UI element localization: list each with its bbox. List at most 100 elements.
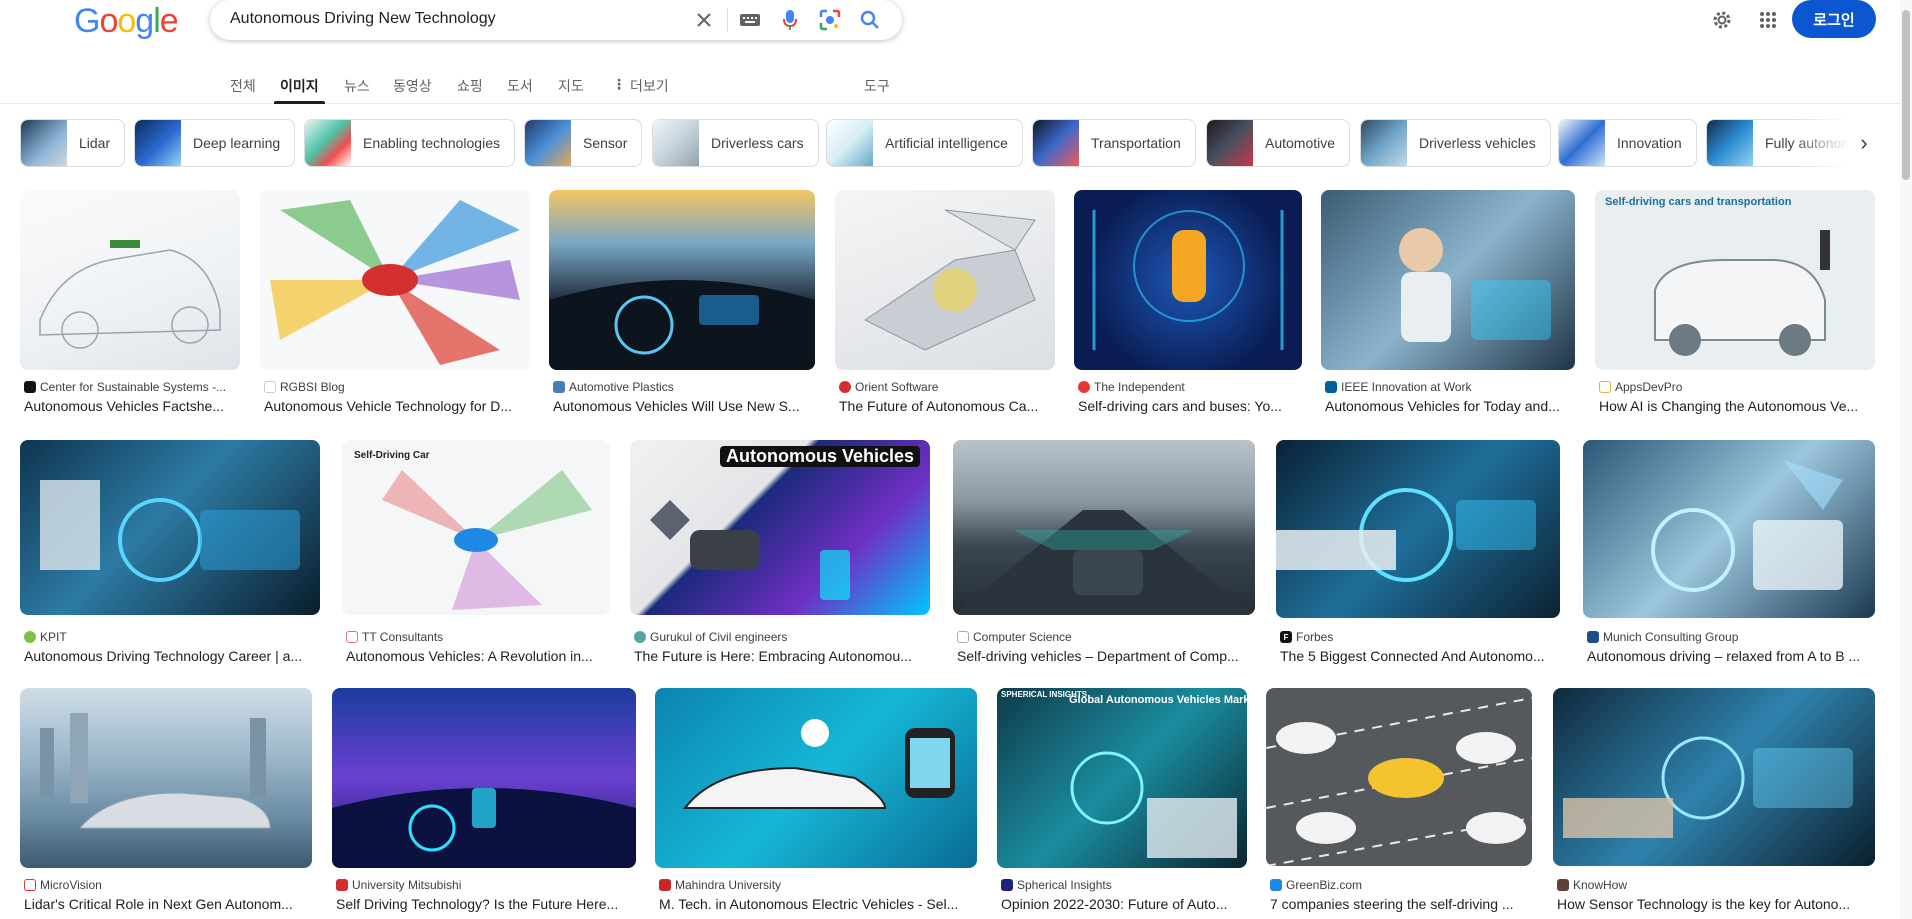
tab-shopping[interactable]: 쇼핑: [457, 72, 483, 104]
result-title[interactable]: Self-driving vehicles – Department of Co…: [957, 648, 1255, 664]
result-card[interactable]: Automotive Plastics Autonomous Vehicles …: [549, 190, 815, 420]
result-image[interactable]: [655, 688, 977, 868]
result-image[interactable]: [1266, 688, 1532, 866]
tab-more[interactable]: ⋮ 더보기: [612, 72, 669, 104]
settings-gear-icon[interactable]: [1708, 0, 1736, 40]
result-title[interactable]: How Sensor Technology is the key for Aut…: [1557, 896, 1875, 912]
result-image[interactable]: Autonomous Vehicles: [630, 440, 930, 615]
chip-innovation[interactable]: Innovation: [1558, 119, 1697, 167]
result-image[interactable]: SPHERICAL INSIGHTS Global Autonomous Veh…: [997, 688, 1247, 868]
result-source[interactable]: Mahindra University: [659, 878, 781, 892]
result-image[interactable]: [549, 190, 815, 370]
result-card[interactable]: Orient Software The Future of Autonomous…: [835, 190, 1055, 420]
result-image[interactable]: Self-Driving Car: [342, 440, 610, 615]
result-source[interactable]: KPIT: [24, 630, 67, 644]
result-title[interactable]: Lidar's Critical Role in Next Gen Autono…: [24, 896, 312, 912]
result-card[interactable]: GreenBiz.com 7 companies steering the se…: [1266, 688, 1532, 919]
result-title[interactable]: Autonomous Vehicle Technology for D...: [264, 398, 530, 414]
search-input[interactable]: Autonomous Driving New Technology: [230, 10, 496, 28]
result-source[interactable]: F Forbes: [1280, 630, 1333, 644]
result-image[interactable]: [20, 190, 240, 370]
result-image[interactable]: Self-driving cars and transportation: [1595, 190, 1875, 370]
result-image[interactable]: [835, 190, 1055, 370]
lens-icon[interactable]: [816, 6, 844, 34]
result-source[interactable]: TT Consultants: [346, 630, 443, 644]
result-source[interactable]: Orient Software: [839, 380, 938, 394]
result-title[interactable]: Self Driving Technology? Is the Future H…: [336, 896, 636, 912]
result-title[interactable]: Autonomous Vehicles Factshe...: [24, 398, 240, 414]
result-source[interactable]: University Mitsubishi: [336, 878, 461, 892]
microphone-icon[interactable]: [776, 6, 804, 34]
result-card[interactable]: RGBSI Blog Autonomous Vehicle Technology…: [260, 190, 530, 420]
tab-maps[interactable]: 지도: [558, 72, 584, 104]
result-title[interactable]: How AI is Changing the Autonomous Ve...: [1599, 398, 1875, 414]
tab-news[interactable]: 뉴스: [344, 72, 370, 104]
result-source[interactable]: Center for Sustainable Systems -...: [24, 380, 226, 394]
result-card[interactable]: Self-driving cars and transportation App…: [1595, 190, 1875, 420]
chip-sensor[interactable]: Sensor: [524, 119, 643, 167]
result-image[interactable]: [1553, 688, 1875, 866]
chip-enabling-technologies[interactable]: Enabling technologies: [304, 119, 515, 167]
result-title[interactable]: Autonomous Vehicles: A Revolution in...: [346, 648, 610, 664]
result-source[interactable]: IEEE Innovation at Work: [1325, 380, 1472, 394]
result-card[interactable]: Self-Driving Car TT Consultants Autonomo…: [342, 440, 610, 670]
chip-driverless-cars[interactable]: Driverless cars: [652, 119, 819, 167]
tab-tools[interactable]: 도구: [864, 72, 890, 104]
chip-deep-learning[interactable]: Deep learning: [134, 119, 296, 167]
result-source[interactable]: GreenBiz.com: [1270, 878, 1362, 892]
result-card[interactable]: Computer Science Self-driving vehicles –…: [953, 440, 1255, 670]
tab-all[interactable]: 전체: [230, 72, 256, 104]
chip-automotive[interactable]: Automotive: [1206, 119, 1351, 167]
clear-icon[interactable]: [690, 6, 718, 34]
result-image[interactable]: [1276, 440, 1560, 618]
result-image[interactable]: [1321, 190, 1575, 370]
chip-artificial-intelligence[interactable]: Artificial intelligence: [826, 119, 1023, 167]
result-title[interactable]: The 5 Biggest Connected And Autonomo...: [1280, 648, 1560, 664]
result-title[interactable]: Autonomous Vehicles for Today and...: [1325, 398, 1575, 414]
result-title[interactable]: Autonomous Driving Technology Career | a…: [24, 648, 320, 664]
result-image[interactable]: [20, 440, 320, 615]
result-image[interactable]: [332, 688, 636, 868]
result-title[interactable]: The Future of Autonomous Ca...: [839, 398, 1055, 414]
google-logo[interactable]: Google: [74, 2, 179, 41]
result-card[interactable]: IEEE Innovation at Work Autonomous Vehic…: [1321, 190, 1575, 420]
result-title[interactable]: Autonomous driving – relaxed from A to B…: [1587, 648, 1875, 664]
result-title[interactable]: M. Tech. in Autonomous Electric Vehicles…: [659, 896, 977, 912]
result-source[interactable]: Gurukul of Civil engineers: [634, 630, 787, 644]
result-image[interactable]: [20, 688, 312, 868]
result-image[interactable]: [1583, 440, 1875, 618]
result-card[interactable]: KnowHow How Sensor Technology is the key…: [1553, 688, 1875, 919]
keyboard-icon[interactable]: [736, 6, 764, 34]
chip-transportation[interactable]: Transportation: [1032, 119, 1196, 167]
result-image[interactable]: [260, 190, 530, 370]
result-title[interactable]: The Future is Here: Embracing Autonomou.…: [634, 648, 930, 664]
result-source[interactable]: AppsDevPro: [1599, 380, 1682, 394]
chevron-right-icon[interactable]: ›: [1852, 130, 1876, 155]
scrollbar-thumb[interactable]: [1902, 10, 1910, 180]
chip-driverless-vehicles[interactable]: Driverless vehicles: [1360, 119, 1551, 167]
result-source[interactable]: The Independent: [1078, 380, 1185, 394]
result-source[interactable]: MicroVision: [24, 878, 102, 892]
search-icon[interactable]: [856, 6, 884, 34]
login-button[interactable]: 로그인: [1792, 0, 1876, 38]
result-card[interactable]: Center for Sustainable Systems -... Auto…: [20, 190, 240, 420]
result-card[interactable]: Autonomous Vehicles Gurukul of Civil eng…: [630, 440, 930, 670]
result-card[interactable]: The Independent Self-driving cars and bu…: [1074, 190, 1302, 420]
result-card[interactable]: Munich Consulting Group Autonomous drivi…: [1583, 440, 1875, 670]
result-title[interactable]: 7 companies steering the self-driving ..…: [1270, 896, 1532, 912]
result-source[interactable]: Automotive Plastics: [553, 380, 674, 394]
result-source[interactable]: Munich Consulting Group: [1587, 630, 1738, 644]
result-image[interactable]: [953, 440, 1255, 615]
result-source[interactable]: Spherical Insights: [1001, 878, 1112, 892]
result-title[interactable]: Autonomous Vehicles Will Use New S...: [553, 398, 815, 414]
apps-grid-icon[interactable]: [1754, 0, 1782, 40]
result-card[interactable]: KPIT Autonomous Driving Technology Caree…: [20, 440, 320, 670]
result-card[interactable]: Mahindra University M. Tech. in Autonomo…: [655, 688, 977, 919]
search-box[interactable]: Autonomous Driving New Technology: [210, 0, 902, 40]
result-source[interactable]: Computer Science: [957, 630, 1072, 644]
tab-books[interactable]: 도서: [507, 72, 533, 104]
tab-videos[interactable]: 동영상: [393, 72, 432, 104]
result-card[interactable]: MicroVision Lidar's Critical Role in Nex…: [20, 688, 312, 919]
result-card[interactable]: University Mitsubishi Self Driving Techn…: [332, 688, 636, 919]
result-card[interactable]: SPHERICAL INSIGHTS Global Autonomous Veh…: [997, 688, 1247, 919]
